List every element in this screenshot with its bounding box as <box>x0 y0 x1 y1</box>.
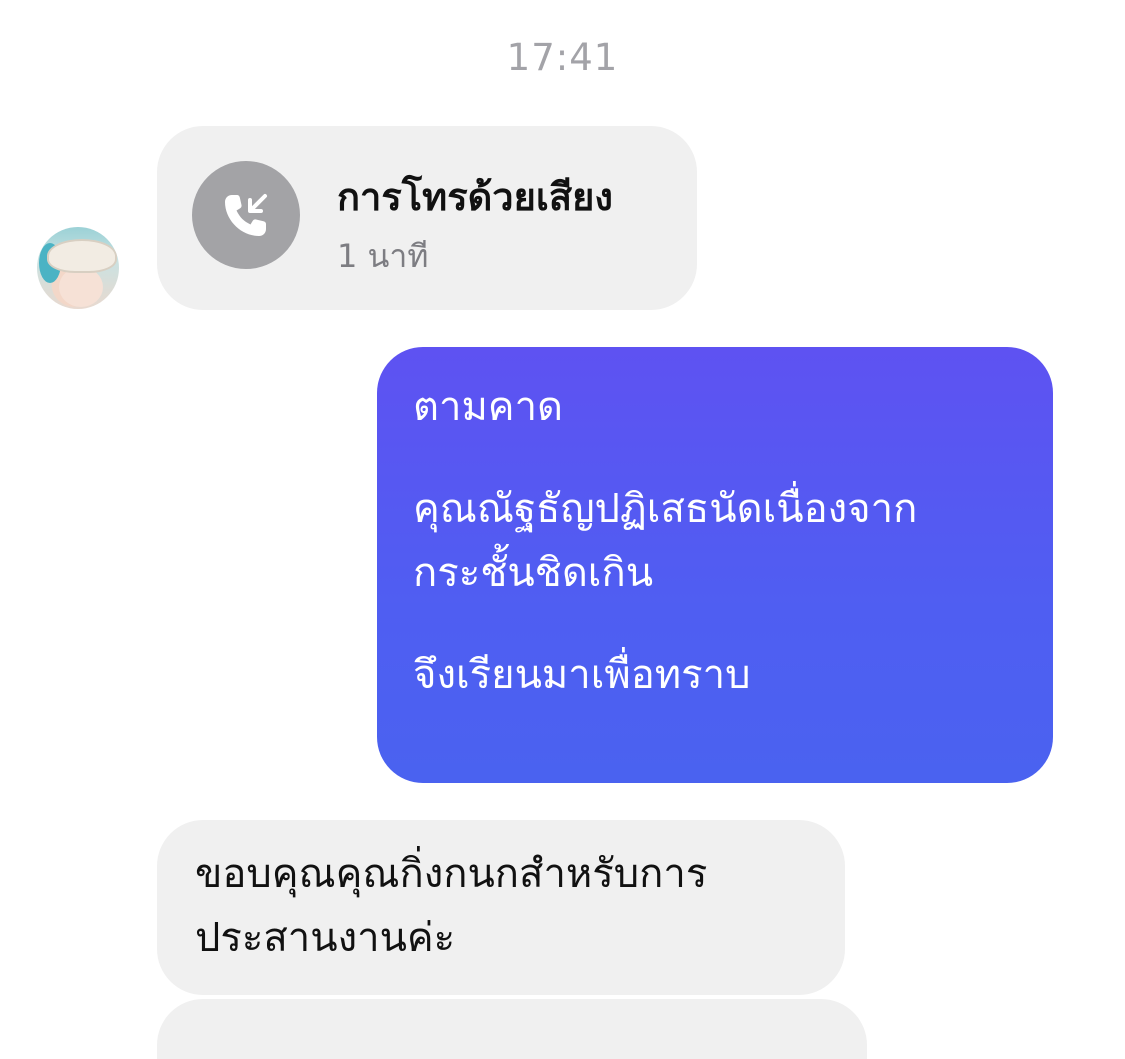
message-timestamp: 17:41 <box>506 36 619 79</box>
message-line: กระชั้นชิดเกิน <box>413 550 654 596</box>
outgoing-message-bubble[interactable]: ตามคาด คุณณัฐธัญปฏิเสธนัดเนื่องจาก กระชั… <box>377 347 1053 783</box>
message-line: ตามคาด <box>413 384 563 430</box>
message-line: จึงเรียนมาเพื่อทราบ <box>413 652 751 698</box>
incoming-message-bubble[interactable]: ขอบคุณคุณกิ่งกนกสำหรับการ ประสานงานค่ะ <box>157 820 845 995</box>
message-line: ประสานงานค่ะ <box>195 915 456 961</box>
voice-call-bubble[interactable]: การโทรด้วยเสียง 1 นาที <box>157 126 697 310</box>
call-duration: 1 นาที <box>337 237 429 275</box>
incoming-message-bubble-partial[interactable] <box>157 999 867 1059</box>
incoming-call-icon <box>192 161 300 269</box>
message-line: คุณณัฐธัญปฏิเสธนัดเนื่องจาก <box>413 486 918 532</box>
avatar-hat <box>47 239 117 273</box>
contact-avatar[interactable] <box>37 227 119 309</box>
call-type-label: การโทรด้วยเสียง <box>337 175 613 219</box>
avatar-face <box>59 267 103 307</box>
message-line: ขอบคุณคุณกิ่งกนกสำหรับการ <box>195 851 708 897</box>
